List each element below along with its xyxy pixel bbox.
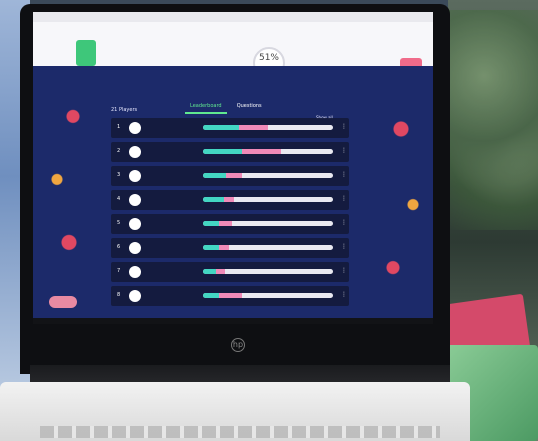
app-header: 51% xyxy=(33,22,433,80)
players-count: 21 Players xyxy=(111,107,138,113)
score-bar-pink xyxy=(218,221,232,226)
chat-button[interactable] xyxy=(49,296,77,308)
leaderboard-row: 6 ⋮ xyxy=(111,238,349,258)
score-bar-pink xyxy=(242,149,281,154)
avatar xyxy=(129,122,141,134)
rank-number: 7 xyxy=(117,268,121,274)
rank-number: 2 xyxy=(117,148,121,154)
score-bar-pink xyxy=(239,125,268,130)
row-menu-icon[interactable]: ⋮ xyxy=(341,291,347,298)
row-menu-icon[interactable]: ⋮ xyxy=(341,123,347,130)
leaderboard-row: 2 ⋮ xyxy=(111,142,349,162)
score-bar xyxy=(203,221,333,226)
leaderboard-row: 8 ⋮ xyxy=(111,286,349,306)
browser-titlebar xyxy=(33,12,433,22)
score-bar xyxy=(203,173,333,178)
score-bar-teal xyxy=(203,149,242,154)
avatar xyxy=(129,218,141,230)
score-bar xyxy=(203,245,333,250)
row-menu-icon[interactable]: ⋮ xyxy=(341,267,347,274)
tab-questions[interactable]: Questions xyxy=(232,100,267,112)
row-menu-icon[interactable]: ⋮ xyxy=(341,195,347,202)
score-bar-pink xyxy=(223,197,235,202)
avatar xyxy=(129,146,141,158)
score-bar-pink xyxy=(226,173,242,178)
score-bar-teal xyxy=(203,125,240,130)
leaderboard-row: 1 ⋮ xyxy=(111,118,349,138)
score-bar-pink xyxy=(218,245,229,250)
keyboard-keys xyxy=(40,426,440,438)
windows-taskbar xyxy=(33,318,433,324)
avatar xyxy=(129,266,141,278)
laptop-screen: 51% Leaderboard Questions 21 Players Sho… xyxy=(33,12,433,324)
score-bar-teal xyxy=(203,221,219,226)
hp-logo-icon: hp xyxy=(231,338,245,352)
avatar xyxy=(129,290,141,302)
row-menu-icon[interactable]: ⋮ xyxy=(341,243,347,250)
rank-number: 4 xyxy=(117,196,121,202)
rank-number: 8 xyxy=(117,292,121,298)
score-bar-teal xyxy=(203,197,224,202)
rank-number: 6 xyxy=(117,244,121,250)
score-bar-teal xyxy=(203,269,216,274)
rank-number: 3 xyxy=(117,172,121,178)
score-bar xyxy=(203,293,333,298)
score-bar-teal xyxy=(203,173,227,178)
row-menu-icon[interactable]: ⋮ xyxy=(341,219,347,226)
score-bar-pink xyxy=(216,269,226,274)
leaderboard-row: 4 ⋮ xyxy=(111,190,349,210)
green-action-button[interactable] xyxy=(76,40,96,66)
row-menu-icon[interactable]: ⋮ xyxy=(341,147,347,154)
leaderboard-row: 7 ⋮ xyxy=(111,262,349,282)
score-bar xyxy=(203,197,333,202)
leaderboard-row: 3 ⋮ xyxy=(111,166,349,186)
photo-scene: hp 51% Leaderboard Questions 21 Players … xyxy=(0,0,538,441)
plant xyxy=(448,10,538,230)
score-bar xyxy=(203,125,333,130)
score-bar xyxy=(203,269,333,274)
score-bar xyxy=(203,149,333,154)
tabs: Leaderboard Questions xyxy=(185,92,275,114)
leaderboard: 1 ⋮ 2 ⋮ 3 ⋮ 4 ⋮ 5 ⋮ 6 ⋮ 7 ⋮ 8 ⋮ xyxy=(111,118,349,313)
tab-leaderboard[interactable]: Leaderboard xyxy=(185,100,227,114)
avatar xyxy=(129,242,141,254)
row-menu-icon[interactable]: ⋮ xyxy=(341,171,347,178)
rank-number: 5 xyxy=(117,220,121,226)
rank-number: 1 xyxy=(117,124,121,130)
score-bar-teal xyxy=(203,245,219,250)
score-bar-pink xyxy=(218,293,242,298)
leaderboard-row: 5 ⋮ xyxy=(111,214,349,234)
avatar xyxy=(129,194,141,206)
score-bar-teal xyxy=(203,293,219,298)
avatar xyxy=(129,170,141,182)
